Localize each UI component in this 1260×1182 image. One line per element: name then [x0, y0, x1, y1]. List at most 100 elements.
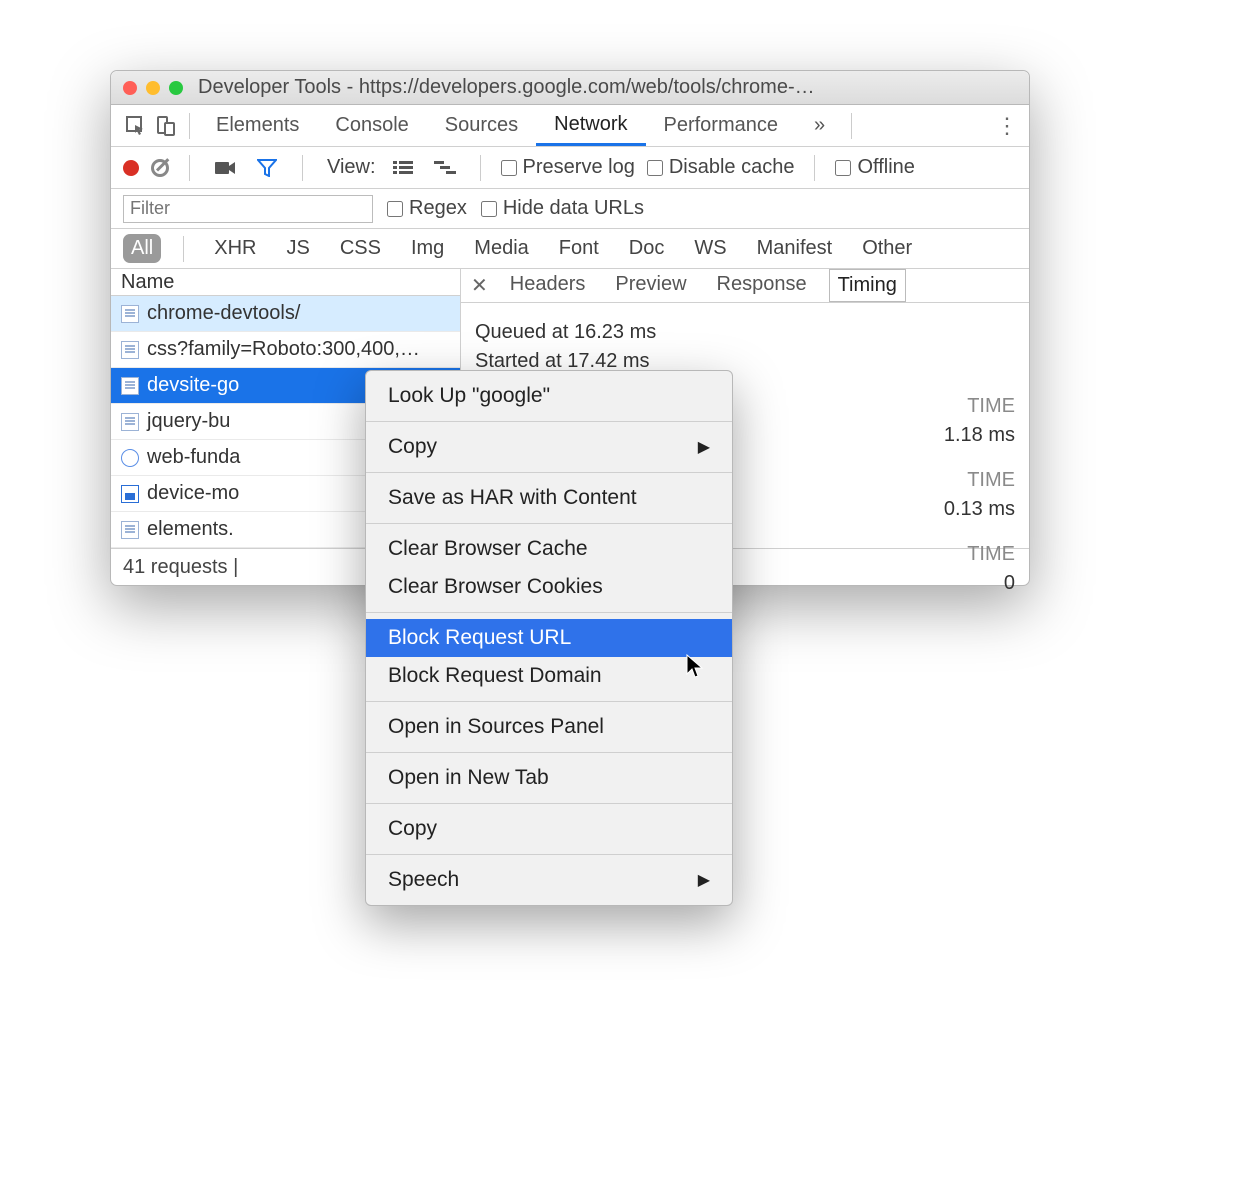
file-icon	[121, 521, 139, 539]
type-filters: All XHR JS CSS Img Media Font Doc WS Manifest Othe…	[111, 229, 1029, 269]
menu-item[interactable]: Save as HAR with Content	[366, 479, 732, 517]
menu-item[interactable]: Clear Browser Cache	[366, 530, 732, 568]
filter-font[interactable]: Font	[551, 234, 607, 263]
inspect-element-icon[interactable]	[121, 111, 151, 141]
filter-css[interactable]: CSS	[332, 234, 389, 263]
menu-item[interactable]: Clear Browser Cookies	[366, 568, 732, 606]
menu-separator	[366, 421, 732, 422]
menu-item[interactable]: Block Request URL	[366, 619, 732, 657]
device-toggle-icon[interactable]	[151, 111, 181, 141]
request-label: elements.	[147, 518, 234, 541]
queued-text: Queued at 16.23 ms	[475, 321, 1015, 344]
filter-xhr[interactable]: XHR	[206, 234, 264, 263]
menu-item-label: Speech	[388, 868, 459, 892]
request-row[interactable]: css?family=Roboto:300,400,…	[111, 332, 460, 368]
filter-other[interactable]: Other	[854, 234, 920, 263]
context-menu: Look Up "google"Copy▶Save as HAR with Co…	[365, 370, 733, 906]
chevron-right-icon: ▶	[698, 437, 710, 457]
separator	[189, 155, 190, 181]
separator	[851, 113, 852, 139]
menu-item[interactable]: Copy▶	[366, 428, 732, 466]
file-icon	[121, 485, 139, 503]
menu-item-label: Copy	[388, 817, 437, 841]
traffic-light-zoom[interactable]	[169, 81, 183, 95]
tab-network[interactable]: Network	[536, 105, 645, 146]
menu-item-label: Clear Browser Cache	[388, 537, 588, 561]
titlebar[interactable]: Developer Tools - https://developers.goo…	[111, 71, 1029, 105]
filter-manifest[interactable]: Manifest	[749, 234, 841, 263]
menu-item-label: Block Request URL	[388, 626, 571, 650]
request-label: chrome-devtools/	[147, 302, 300, 325]
request-label: css?family=Roboto:300,400,…	[147, 338, 420, 361]
tab-console[interactable]: Console	[317, 105, 426, 146]
file-icon	[121, 305, 139, 323]
separator	[189, 113, 190, 139]
menu-separator	[366, 752, 732, 753]
view-waterfall-icon[interactable]	[430, 153, 460, 183]
offline-checkbox[interactable]: Offline	[835, 156, 914, 179]
menu-separator	[366, 854, 732, 855]
kebab-menu-icon[interactable]: ⋮	[996, 113, 1019, 139]
chevron-right-icon: ▶	[698, 870, 710, 890]
preserve-log-label: Preserve log	[523, 156, 635, 179]
hide-data-urls-label: Hide data URLs	[503, 197, 644, 220]
detail-tab-response[interactable]: Response	[709, 269, 815, 302]
file-icon	[121, 341, 139, 359]
filter-all[interactable]: All	[123, 234, 161, 263]
regex-label: Regex	[409, 197, 467, 220]
view-list-icon[interactable]	[388, 153, 418, 183]
file-icon	[121, 449, 139, 467]
filter-icon[interactable]	[252, 153, 282, 183]
detail-tab-headers[interactable]: Headers	[502, 269, 594, 302]
menu-item[interactable]: Copy	[366, 810, 732, 848]
file-icon	[121, 377, 139, 395]
detail-tab-timing[interactable]: Timing	[829, 269, 906, 302]
menu-separator	[366, 612, 732, 613]
separator	[302, 155, 303, 181]
tab-sources[interactable]: Sources	[427, 105, 536, 146]
request-label: devsite-go	[147, 374, 239, 397]
separator	[480, 155, 481, 181]
menu-item-label: Open in Sources Panel	[388, 715, 604, 739]
menu-separator	[366, 803, 732, 804]
menu-item[interactable]: Open in New Tab	[366, 759, 732, 797]
status-text: 41 requests |	[123, 556, 238, 579]
camera-icon[interactable]	[210, 153, 240, 183]
filter-bar: Regex Hide data URLs	[111, 189, 1029, 229]
menu-item[interactable]: Open in Sources Panel	[366, 708, 732, 746]
menu-item-label: Clear Browser Cookies	[388, 575, 603, 599]
network-toolbar: View: Preserve log Disable cache Offline	[111, 147, 1029, 189]
menu-item-label: Look Up "google"	[388, 384, 550, 408]
menu-item[interactable]: Look Up "google"	[366, 377, 732, 415]
regex-checkbox[interactable]: Regex	[387, 197, 467, 220]
menu-item-label: Save as HAR with Content	[388, 486, 637, 510]
preserve-log-checkbox[interactable]: Preserve log	[501, 156, 635, 179]
disable-cache-checkbox[interactable]: Disable cache	[647, 156, 795, 179]
window-title: Developer Tools - https://developers.goo…	[198, 76, 815, 99]
detail-tab-preview[interactable]: Preview	[607, 269, 694, 302]
tab-performance[interactable]: Performance	[646, 105, 797, 146]
filter-media[interactable]: Media	[466, 234, 536, 263]
menu-item[interactable]: Block Request Domain	[366, 657, 732, 695]
request-row[interactable]: chrome-devtools/	[111, 296, 460, 332]
filter-img[interactable]: Img	[403, 234, 452, 263]
hide-data-urls-checkbox[interactable]: Hide data URLs	[481, 197, 644, 220]
filter-ws[interactable]: WS	[686, 234, 734, 263]
menu-separator	[366, 701, 732, 702]
menu-item[interactable]: Speech ▶	[366, 861, 732, 899]
clear-button[interactable]	[151, 159, 169, 177]
detail-tabs: ✕ Headers Preview Response Timing	[461, 269, 1029, 303]
view-label: View:	[327, 156, 376, 179]
filter-input[interactable]	[123, 195, 373, 223]
column-header-name[interactable]: Name	[111, 269, 460, 296]
filter-js[interactable]: JS	[278, 234, 317, 263]
filter-doc[interactable]: Doc	[621, 234, 673, 263]
tab-elements[interactable]: Elements	[198, 105, 317, 146]
traffic-light-close[interactable]	[123, 81, 137, 95]
tabs-overflow[interactable]: »	[796, 105, 843, 146]
record-button[interactable]	[123, 160, 139, 176]
close-detail-icon[interactable]: ✕	[471, 273, 488, 298]
separator	[814, 155, 815, 181]
file-icon	[121, 413, 139, 431]
traffic-light-minimize[interactable]	[146, 81, 160, 95]
